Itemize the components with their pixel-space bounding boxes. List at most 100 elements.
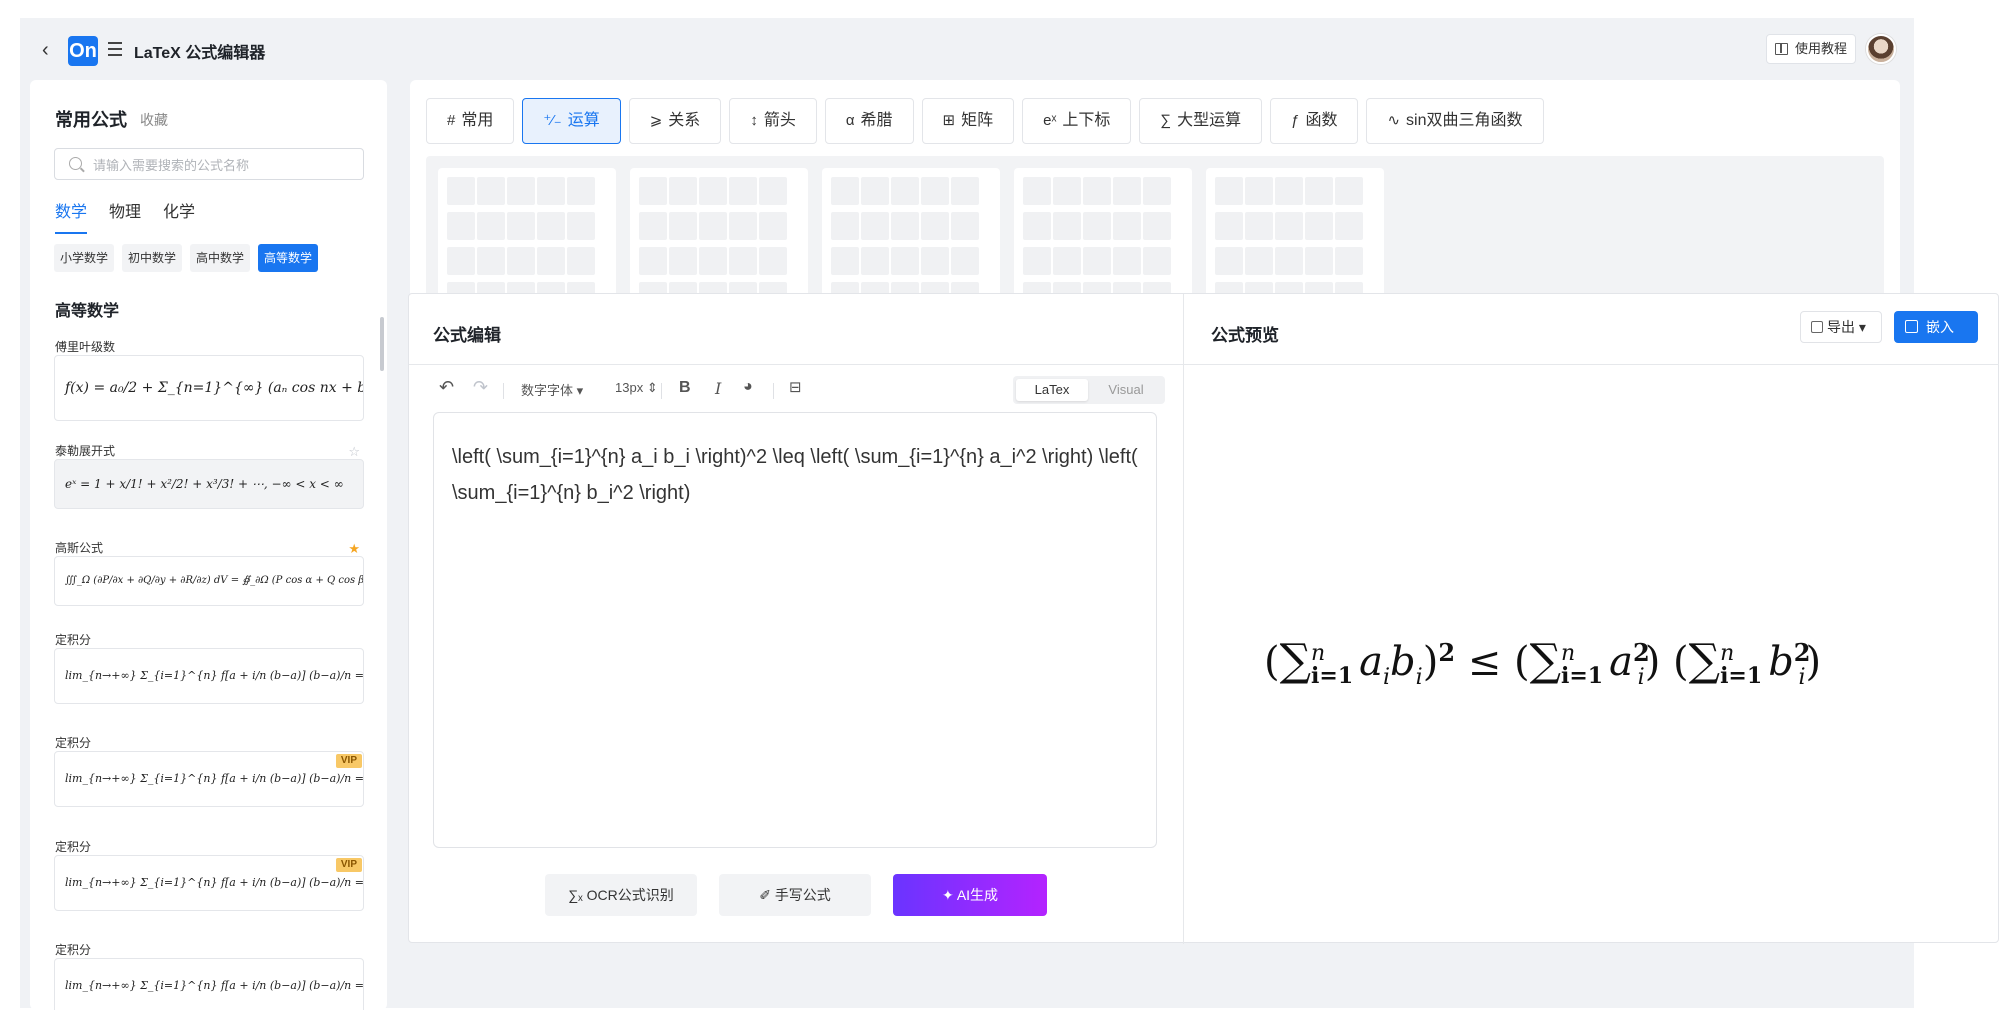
- symbol-cell[interactable]: [567, 177, 595, 205]
- symbol-cell[interactable]: [1335, 212, 1363, 240]
- symbol-cell[interactable]: [1275, 212, 1303, 240]
- symbol-cell[interactable]: [831, 177, 859, 205]
- symbol-cell[interactable]: [1113, 212, 1141, 240]
- symbol-cell[interactable]: [507, 212, 535, 240]
- formula-render[interactable]: lim_{n→+∞} Σ_{i=1}^{n} f[a + i/n (b−a)] …: [54, 958, 364, 1010]
- formula-item[interactable]: 定积分 lim_{n→+∞} Σ_{i=1}^{n} f[a + i/n (b−…: [54, 734, 364, 838]
- symbol-cell[interactable]: [1305, 247, 1333, 275]
- symbol-cell[interactable]: [951, 247, 979, 275]
- star-filled-icon[interactable]: ★: [348, 541, 360, 557]
- formula-render[interactable]: ∭_Ω (∂P/∂x + ∂Q/∂y + ∂R/∂z) dV = ∯_∂Ω (P…: [54, 555, 364, 606]
- symbol-cell[interactable]: [729, 247, 757, 275]
- symbol-cell[interactable]: [1305, 177, 1333, 205]
- cat-arrows[interactable]: ↕ 箭头: [729, 98, 817, 144]
- symbol-cell[interactable]: [1053, 212, 1081, 240]
- symbol-cell[interactable]: [477, 177, 505, 205]
- formula-item[interactable]: 傅里叶级数 f(x) = a₀/2 + Σ_{n=1}^{∞} (aₙ cos …: [54, 338, 364, 442]
- symbol-cell[interactable]: [699, 212, 727, 240]
- symbol-cell[interactable]: [831, 212, 859, 240]
- symbol-cell[interactable]: [861, 177, 889, 205]
- symbol-cell[interactable]: [729, 177, 757, 205]
- symbol-cell[interactable]: [1053, 247, 1081, 275]
- level-advanced[interactable]: 高等数学: [258, 244, 319, 272]
- symbol-cell[interactable]: [1143, 247, 1171, 275]
- cat-matrix[interactable]: ⊞ 矩阵: [921, 98, 1015, 144]
- font-select[interactable]: 数字字体 ▾: [521, 380, 583, 399]
- symbol-cell[interactable]: [447, 177, 475, 205]
- symbol-cell[interactable]: [639, 212, 667, 240]
- symbol-cell[interactable]: [951, 177, 979, 205]
- symbol-cell[interactable]: [951, 212, 979, 240]
- cat-relations[interactable]: ⩾ 关系: [628, 98, 722, 144]
- formula-item[interactable]: 定积分 lim_{n→+∞} Σ_{i=1}^{n} f[a + i/n (b−…: [54, 941, 364, 1010]
- symbol-cell[interactable]: [1143, 177, 1171, 205]
- symbol-cell[interactable]: [447, 247, 475, 275]
- cat-functions[interactable]: ƒ 函数: [1270, 98, 1359, 144]
- star-icon[interactable]: ☆: [348, 444, 360, 460]
- cat-operations[interactable]: ⁺⁄₋ 运算: [522, 98, 621, 144]
- symbol-cell[interactable]: [699, 177, 727, 205]
- symbol-cell[interactable]: [507, 247, 535, 275]
- symbol-cell[interactable]: [1275, 177, 1303, 205]
- cat-scripts[interactable]: eˣ 上下标: [1022, 98, 1132, 144]
- cat-hyperbolic[interactable]: ∿ sin双曲三角函数: [1366, 98, 1544, 144]
- symbol-cell[interactable]: [1113, 247, 1141, 275]
- symbol-cell[interactable]: [1335, 247, 1363, 275]
- basket-icon[interactable]: ⊟: [789, 378, 802, 396]
- symbol-cell[interactable]: [447, 212, 475, 240]
- cat-greek[interactable]: α 希腊: [824, 98, 914, 144]
- symbol-cell[interactable]: [1245, 212, 1273, 240]
- symbol-cell[interactable]: [507, 177, 535, 205]
- symbol-cell[interactable]: [1083, 212, 1111, 240]
- symbol-cell[interactable]: [1275, 247, 1303, 275]
- symbol-cell[interactable]: [1335, 177, 1363, 205]
- symbol-cell[interactable]: [537, 212, 565, 240]
- menu-icon[interactable]: [108, 42, 122, 56]
- symbol-cell[interactable]: [891, 247, 919, 275]
- mode-visual[interactable]: Visual: [1090, 379, 1162, 401]
- symbol-cell[interactable]: [759, 247, 787, 275]
- symbol-cell[interactable]: [477, 212, 505, 240]
- formula-render[interactable]: lim_{n→+∞} Σ_{i=1}^{n} f[a + i/n (b−a)] …: [54, 751, 364, 807]
- palette-icon[interactable]: ◕: [743, 378, 753, 396]
- symbol-cell[interactable]: [567, 212, 595, 240]
- symbol-cell[interactable]: [1143, 212, 1171, 240]
- symbol-cell[interactable]: [477, 247, 505, 275]
- symbol-cell[interactable]: [1245, 177, 1273, 205]
- italic-icon[interactable]: I: [715, 379, 721, 398]
- tab-chemistry[interactable]: 化学: [163, 198, 195, 232]
- symbol-cell[interactable]: [699, 247, 727, 275]
- formula-item[interactable]: 定积分 lim_{n→+∞} Σ_{i=1}^{n} f[a + i/n (b−…: [54, 631, 364, 735]
- symbol-cell[interactable]: [1245, 247, 1273, 275]
- symbol-cell[interactable]: [639, 247, 667, 275]
- formula-render[interactable]: eˣ = 1 + x/1! + x²/2! + x³/3! + ⋯, −∞ < …: [54, 458, 364, 509]
- sidebar-scrollbar[interactable]: [380, 317, 384, 371]
- symbol-cell[interactable]: [669, 177, 697, 205]
- tab-physics[interactable]: 物理: [109, 198, 141, 232]
- undo-icon[interactable]: ↶: [439, 377, 454, 398]
- search-input[interactable]: [93, 155, 353, 175]
- level-junior[interactable]: 初中数学: [122, 244, 183, 272]
- embed-button[interactable]: 嵌入: [1894, 311, 1978, 343]
- symbol-cell[interactable]: [891, 212, 919, 240]
- symbol-cell[interactable]: [831, 247, 859, 275]
- level-senior[interactable]: 高中数学: [190, 244, 251, 272]
- symbol-cell[interactable]: [1083, 177, 1111, 205]
- tab-math[interactable]: 数学: [55, 198, 88, 234]
- symbol-cell[interactable]: [1083, 247, 1111, 275]
- cat-common[interactable]: # 常用: [426, 98, 515, 144]
- level-primary[interactable]: 小学数学: [54, 244, 115, 272]
- export-button[interactable]: 导出 ▾: [1800, 311, 1882, 343]
- symbol-cell[interactable]: [537, 177, 565, 205]
- symbol-cell[interactable]: [1215, 177, 1243, 205]
- symbol-cell[interactable]: [669, 212, 697, 240]
- avatar[interactable]: [1866, 34, 1896, 64]
- cat-large-operators[interactable]: ∑ 大型运算: [1139, 98, 1263, 144]
- symbol-cell[interactable]: [669, 247, 697, 275]
- symbol-cell[interactable]: [1053, 177, 1081, 205]
- bold-icon[interactable]: B: [679, 379, 691, 397]
- formula-render[interactable]: lim_{n→+∞} Σ_{i=1}^{n} f[a + i/n (b−a)] …: [54, 647, 364, 704]
- symbol-cell[interactable]: [729, 212, 757, 240]
- symbol-cell[interactable]: [1023, 212, 1051, 240]
- symbol-cell[interactable]: [759, 212, 787, 240]
